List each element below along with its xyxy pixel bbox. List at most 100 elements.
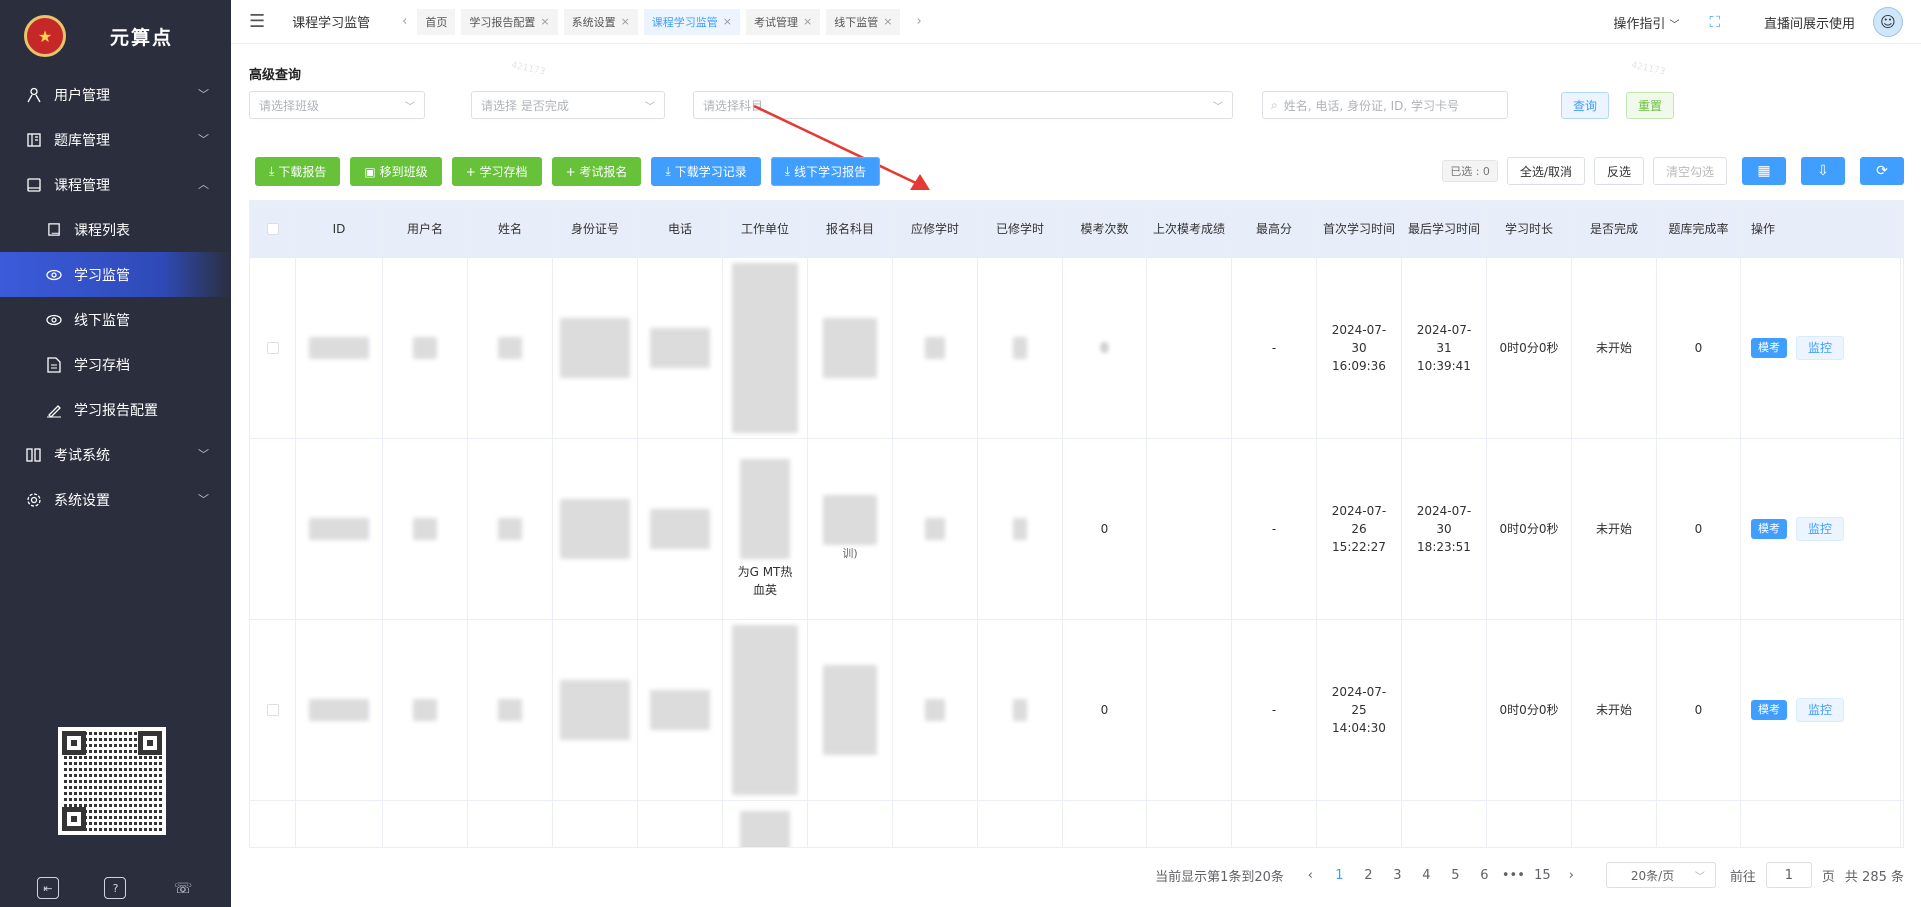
column-header: 操作	[1741, 201, 1901, 257]
close-icon[interactable]: ×	[883, 15, 892, 28]
invert-button[interactable]: 反选	[1593, 157, 1644, 185]
download-report-button[interactable]: ⤓ 下载报告	[255, 157, 341, 186]
page-number[interactable]: 6	[1470, 868, 1499, 883]
row-checkbox-cell[interactable]	[250, 620, 296, 800]
tab-label: 系统设置	[571, 15, 616, 29]
cell-mock-count	[1063, 801, 1147, 847]
course-icon	[24, 175, 44, 195]
monitor-button[interactable]: 监控	[1796, 517, 1845, 541]
tab-report-config[interactable]: 学习报告配置 ×	[461, 8, 558, 35]
avatar[interactable]: ☺	[1873, 7, 1903, 37]
mock-exam-button[interactable]: 模考	[1751, 338, 1787, 358]
goto-page-input[interactable]: 1	[1765, 862, 1812, 888]
close-icon[interactable]: ×	[723, 15, 732, 28]
clear-selection-button[interactable]: 清空勾选	[1652, 157, 1727, 185]
collapse-icon[interactable]: ⇤	[36, 877, 59, 899]
exam-icon	[24, 445, 44, 465]
page-ellipsis[interactable]: •••	[1499, 868, 1528, 883]
row-checkbox-cell[interactable]	[250, 801, 296, 847]
page-number[interactable]: 2	[1354, 868, 1383, 883]
menu-system-settings[interactable]: 系统设置 ﹀	[0, 477, 231, 522]
redacted-value	[740, 810, 790, 847]
monitor-button[interactable]: 监控	[1796, 336, 1845, 360]
fullscreen-icon[interactable]: ⛶	[1709, 13, 1720, 31]
tab-offline-supervision[interactable]: 线下监管 ×	[826, 8, 901, 35]
page-size-select[interactable]: 20条/页 ﹀	[1605, 862, 1716, 888]
menu-label: 题库管理	[54, 132, 110, 149]
refresh-icon[interactable]: ⟳	[1860, 157, 1904, 185]
select-all-button[interactable]: 全选/取消	[1506, 157, 1585, 185]
cell-subject: 训)	[808, 439, 893, 619]
cell-phone	[638, 439, 723, 619]
query-button[interactable]: 查询	[1561, 92, 1610, 119]
class-select[interactable]: 请选择班级 ﹀	[249, 91, 425, 119]
tab-scroll-left-icon[interactable]: ‹	[402, 14, 407, 29]
prev-page-icon[interactable]: ‹	[1296, 868, 1325, 883]
page-number[interactable]: 5	[1441, 868, 1470, 883]
cell-mock-count: 0	[1063, 620, 1147, 800]
page-number[interactable]: 1	[1325, 868, 1354, 883]
menu-exam-system[interactable]: 考试系统 ﹀	[0, 432, 231, 477]
close-icon[interactable]: ×	[540, 15, 549, 28]
exam-signup-button[interactable]: + 考试报名	[551, 157, 642, 186]
page-number[interactable]: 4	[1412, 868, 1441, 883]
grid-icon[interactable]: ▦	[1742, 157, 1786, 185]
row-checkbox-cell[interactable]	[250, 258, 296, 438]
move-class-button[interactable]: ▣ 移到班级	[350, 157, 442, 186]
tab-system-settings[interactable]: 系统设置 ×	[563, 8, 638, 35]
header-checkbox[interactable]	[250, 201, 296, 257]
menu-question-bank[interactable]: 题库管理 ﹀	[0, 117, 231, 162]
download-records-button[interactable]: ⤓ 下载学习记录	[651, 157, 761, 186]
hamburger-icon[interactable]: ☰	[249, 11, 265, 32]
reset-button[interactable]: 重置	[1626, 92, 1675, 119]
button-label: + 考试报名	[565, 165, 628, 179]
phone-icon[interactable]: ☏	[172, 877, 194, 899]
cell-first-study: 2024-07-30 16:09:36	[1317, 258, 1402, 438]
checkbox[interactable]	[266, 704, 279, 716]
subject-select[interactable]: 请选择科目 ﹀	[693, 91, 1233, 119]
cell-last-score	[1147, 620, 1232, 800]
offline-report-button[interactable]: ⤓ 线下学习报告	[770, 157, 881, 186]
redacted-value	[925, 518, 945, 540]
close-icon[interactable]: ×	[803, 15, 812, 28]
tab-scroll-right-icon[interactable]: ›	[916, 14, 921, 29]
submenu-study-supervision[interactable]: 学习监管	[0, 252, 231, 297]
guide-dropdown[interactable]: 操作指引 ﹀	[1613, 13, 1679, 32]
submenu-report-config[interactable]: 学习报告配置	[0, 387, 231, 432]
menu-user-management[interactable]: 用户管理 ﹀	[0, 72, 231, 117]
chevron-down-icon: ﹀	[198, 493, 209, 506]
submenu-course-list[interactable]: 课程列表	[0, 207, 231, 252]
gear-icon	[24, 490, 44, 510]
tab-home[interactable]: 首页	[417, 8, 456, 35]
search-input[interactable]: ⌕ 姓名, 电话, 身份证, ID, 学习卡号	[1262, 91, 1508, 119]
submenu-offline-supervision[interactable]: 线下监管	[0, 297, 231, 342]
study-archive-button[interactable]: + 学习存档	[451, 157, 542, 186]
redacted-value	[560, 318, 630, 378]
mock-exam-button[interactable]: 模考	[1751, 519, 1787, 539]
cell-name	[468, 258, 553, 438]
column-header: 首次学习时间	[1317, 201, 1402, 257]
monitor-button[interactable]: 监控	[1796, 698, 1845, 722]
tab-course-supervision[interactable]: 课程学习监管 ×	[643, 8, 741, 35]
page-number[interactable]: 3	[1383, 868, 1412, 883]
tab-exam-management[interactable]: 考试管理 ×	[746, 8, 821, 35]
page-number[interactable]: 15	[1528, 868, 1557, 883]
cell-subject	[808, 258, 893, 438]
cell-first-study: 2024-07-25 14:04:30	[1317, 620, 1402, 800]
checkbox[interactable]	[266, 223, 279, 235]
user-name[interactable]: 直播间展示使用	[1764, 13, 1855, 32]
help-icon[interactable]: ?	[104, 877, 127, 899]
completion-select[interactable]: 请选择 是否完成 ﹀	[471, 91, 665, 119]
redacted-value	[732, 263, 798, 433]
submenu-study-archive[interactable]: 学习存档	[0, 342, 231, 387]
export-icon[interactable]: ⇩	[1801, 157, 1845, 185]
checkbox[interactable]	[266, 342, 279, 354]
mock-exam-button[interactable]: 模考	[1751, 700, 1787, 720]
row-checkbox-cell[interactable]	[250, 439, 296, 619]
cell-id	[296, 439, 383, 619]
next-page-icon[interactable]: ›	[1557, 868, 1586, 883]
close-icon[interactable]: ×	[621, 15, 630, 28]
redacted-value	[498, 518, 522, 540]
menu-course-management[interactable]: 课程管理 ︿	[0, 162, 231, 207]
cell-username	[383, 439, 468, 619]
